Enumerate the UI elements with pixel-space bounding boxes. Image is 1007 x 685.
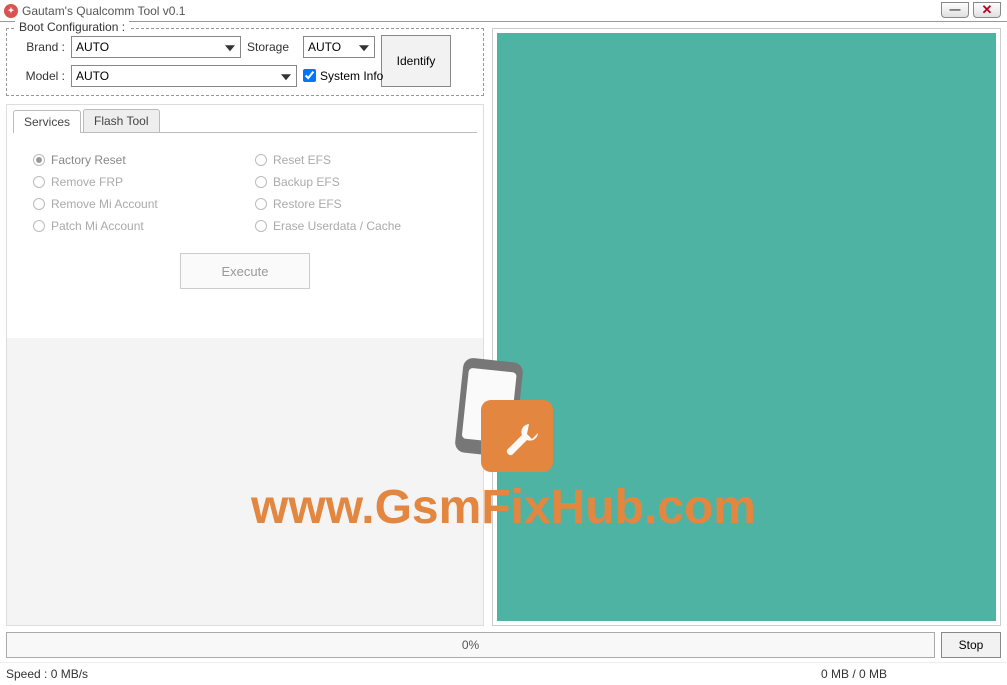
progress-text: 0%: [462, 638, 479, 652]
radio-label: Patch Mi Account: [51, 219, 144, 233]
radio-backup-efs[interactable]: Backup EFS: [255, 175, 457, 189]
brand-select[interactable]: AUTO: [71, 36, 241, 58]
model-label: Model :: [15, 69, 65, 83]
radio-reset-efs[interactable]: Reset EFS: [255, 153, 457, 167]
progress-bar: 0%: [6, 632, 935, 658]
status-speed: Speed : 0 MB/s: [6, 667, 821, 681]
system-info-label: System Info: [320, 69, 383, 83]
status-bytes: 0 MB / 0 MB: [821, 667, 1001, 681]
tabs-area: Services Flash Tool Factory Reset Reset …: [6, 104, 484, 626]
boot-legend: Boot Configuration :: [15, 20, 129, 34]
model-select[interactable]: AUTO: [71, 65, 297, 87]
titlebar: ✦ Gautam's Qualcomm Tool v0.1 — ✕: [0, 0, 1007, 22]
radio-label: Remove FRP: [51, 175, 123, 189]
execute-button[interactable]: Execute: [180, 253, 310, 289]
radio-remove-mi-account[interactable]: Remove Mi Account: [33, 197, 235, 211]
window-title: Gautam's Qualcomm Tool v0.1: [22, 4, 185, 18]
radio-label: Backup EFS: [273, 175, 340, 189]
storage-select[interactable]: AUTO: [303, 36, 375, 58]
radio-label: Reset EFS: [273, 153, 331, 167]
radio-label: Remove Mi Account: [51, 197, 158, 211]
close-button[interactable]: ✕: [973, 2, 1001, 18]
storage-label: Storage: [247, 40, 297, 54]
log-area[interactable]: [497, 33, 996, 621]
tab-services[interactable]: Services: [13, 110, 81, 133]
boot-config-group: Boot Configuration : Brand : AUTO Storag…: [6, 28, 484, 96]
radio-restore-efs[interactable]: Restore EFS: [255, 197, 457, 211]
log-panel: [492, 28, 1001, 626]
radio-erase-userdata[interactable]: Erase Userdata / Cache: [255, 219, 457, 233]
radio-label: Restore EFS: [273, 197, 342, 211]
app-icon: ✦: [4, 4, 18, 18]
radio-patch-mi-account[interactable]: Patch Mi Account: [33, 219, 235, 233]
radio-remove-frp[interactable]: Remove FRP: [33, 175, 235, 189]
system-info-checkbox[interactable]: [303, 69, 316, 82]
services-lower-area: [7, 338, 483, 625]
identify-button[interactable]: Identify: [381, 35, 451, 87]
radio-label: Erase Userdata / Cache: [273, 219, 401, 233]
radio-factory-reset[interactable]: Factory Reset: [33, 153, 235, 167]
brand-label: Brand :: [15, 40, 65, 54]
minimize-button[interactable]: —: [941, 2, 969, 18]
tab-flash-tool[interactable]: Flash Tool: [83, 109, 159, 132]
radio-label: Factory Reset: [51, 153, 126, 167]
stop-button[interactable]: Stop: [941, 632, 1001, 658]
services-panel: Factory Reset Reset EFS Remove FRP Backu…: [13, 132, 477, 332]
status-bar: Speed : 0 MB/s 0 MB / 0 MB: [0, 662, 1007, 685]
